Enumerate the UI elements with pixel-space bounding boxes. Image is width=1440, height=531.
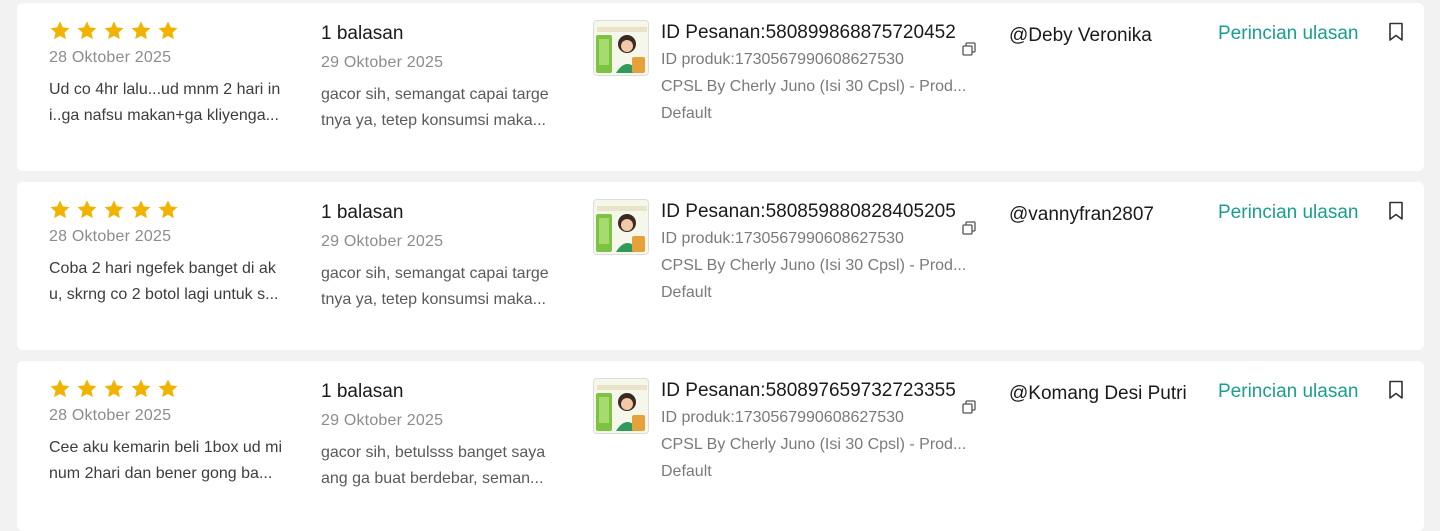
order-id: ID Pesanan:580899868875720452 [661,22,956,43]
buyer-username: @vannyfran2807 [1009,204,1154,225]
product-variant: Default [661,463,712,480]
reply-text[interactable]: gacor sih, semangat capai targe tnya ya,… [321,261,569,313]
product-name[interactable]: CPSL By Cherly Juno (Isi 30 Cpsl) - Prod… [661,431,977,458]
star-icon [104,379,124,398]
review-date: 28 Oktober 2025 [49,228,172,245]
reply-count: 1 balasan [321,381,404,402]
star-rating [49,199,179,221]
review-text-line: num 2hari dan bener gong ba... [49,465,273,482]
star-rating [49,20,179,42]
copy-icon[interactable] [961,399,977,415]
reply-text-line: tnya ya, tetep konsumsi maka... [321,112,546,129]
review-detail-link[interactable]: Perincian ulasan [1218,23,1358,45]
order-info: ID Pesanan:580859880828405205 ID produk:… [661,199,991,306]
star-icon [158,21,178,40]
buyer-username: @Komang Desi Putri [1009,383,1187,404]
review-detail-link[interactable]: Perincian ulasan [1218,202,1358,224]
buyer-username: @Deby Veronika [1009,25,1152,46]
review-text-line: Coba 2 hari ngefek banget di ak [49,260,276,277]
star-icon [50,200,70,219]
star-rating [49,378,179,400]
reply-date: 29 Oktober 2025 [321,412,444,429]
reply-text-line: ang ga buat berdebar, seman... [321,470,544,487]
bookmark-icon[interactable] [1387,22,1405,42]
reply-text[interactable]: gacor sih, betulsss banget saya ang ga b… [321,440,569,492]
review-card: 28 Oktober 2025 Ud co 4hr lalu...ud mnm … [17,3,1424,171]
product-variant: Default [661,105,712,122]
star-icon [158,200,178,219]
review-text-line: Ud co 4hr lalu...ud mnm 2 hari in [49,81,281,98]
product-image [594,200,648,254]
bookmark-icon[interactable] [1387,380,1405,400]
reply-text-line: gacor sih, betulsss banget saya [321,444,546,461]
star-icon [77,379,97,398]
review-card: 28 Oktober 2025 Cee aku kemarin beli 1bo… [17,361,1424,531]
reply-text-line: gacor sih, semangat capai targe [321,86,549,103]
reply-count: 1 balasan [321,202,404,223]
product-id: ID produk:1730567990608627530 [661,51,904,68]
star-icon [50,21,70,40]
star-icon [77,21,97,40]
review-text[interactable]: Cee aku kemarin beli 1box ud mi num 2har… [49,435,295,487]
star-icon [77,200,97,219]
review-text-line: Cee aku kemarin beli 1box ud mi [49,439,283,456]
product-thumbnail[interactable] [593,20,649,76]
reply-date: 29 Oktober 2025 [321,54,444,71]
review-detail-link[interactable]: Perincian ulasan [1218,381,1358,403]
star-icon [104,21,124,40]
review-text[interactable]: Ud co 4hr lalu...ud mnm 2 hari in i..ga … [49,77,295,129]
star-icon [131,200,151,219]
reply-count: 1 balasan [321,23,404,44]
order-id: ID Pesanan:580897659732723355 [661,380,956,401]
product-thumbnail[interactable] [593,199,649,255]
product-variant: Default [661,284,712,301]
bookmark-icon[interactable] [1387,201,1405,221]
product-image [594,21,648,75]
star-icon [158,379,178,398]
product-id: ID produk:1730567990608627530 [661,230,904,247]
review-date: 28 Oktober 2025 [49,407,172,424]
review-text-line: i..ga nafsu makan+ga kliyenga... [49,107,279,124]
star-icon [131,21,151,40]
reply-text-line: tnya ya, tetep konsumsi maka... [321,291,546,308]
copy-icon[interactable] [961,41,977,57]
review-text[interactable]: Coba 2 hari ngefek banget di ak u, skrng… [49,256,295,308]
star-icon [131,379,151,398]
star-icon [50,379,70,398]
copy-icon[interactable] [961,220,977,236]
star-icon [104,200,124,219]
reply-date: 29 Oktober 2025 [321,233,444,250]
product-image [594,379,648,433]
order-info: ID Pesanan:580897659732723355 ID produk:… [661,378,991,485]
product-id: ID produk:1730567990608627530 [661,409,904,426]
review-card: 28 Oktober 2025 Coba 2 hari ngefek bange… [17,182,1424,350]
reply-text[interactable]: gacor sih, semangat capai targe tnya ya,… [321,82,569,134]
review-text-line: u, skrng co 2 botol lagi untuk s... [49,286,279,303]
product-name[interactable]: CPSL By Cherly Juno (Isi 30 Cpsl) - Prod… [661,73,977,100]
order-info: ID Pesanan:580899868875720452 ID produk:… [661,20,991,127]
product-thumbnail[interactable] [593,378,649,434]
product-name[interactable]: CPSL By Cherly Juno (Isi 30 Cpsl) - Prod… [661,252,977,279]
reply-text-line: gacor sih, semangat capai targe [321,265,549,282]
review-date: 28 Oktober 2025 [49,49,172,66]
order-id: ID Pesanan:580859880828405205 [661,201,956,222]
